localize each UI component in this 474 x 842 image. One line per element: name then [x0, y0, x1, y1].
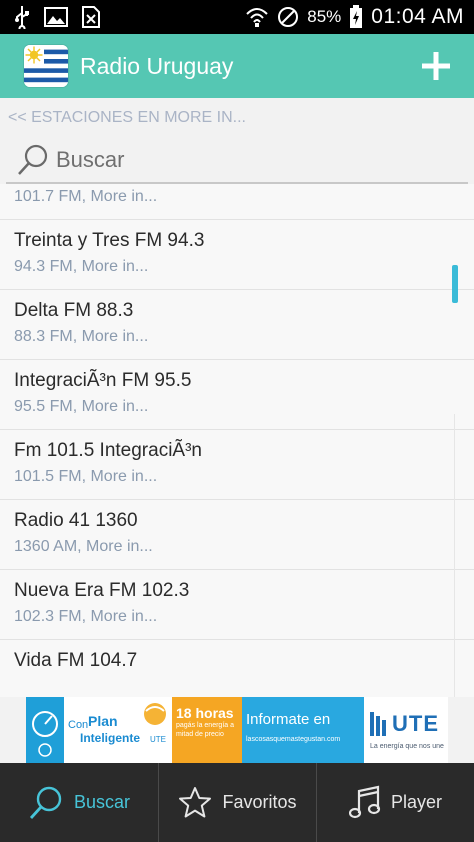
station-name: IntegraciÃ³n FM 95.5 — [14, 370, 192, 391]
do-not-disturb-icon — [277, 6, 299, 28]
station-detail: 101.5 FM, More in... — [14, 468, 158, 485]
ute-tagline: La energía que nos une — [370, 743, 444, 750]
ad-banner[interactable]: Con Plan Inteligente UTE 18 horas pagás … — [26, 697, 448, 763]
scroll-track — [454, 414, 455, 697]
station-row[interactable]: Treinta y Tres FM 94.3 94.3 FM, More in..… — [0, 220, 474, 290]
wifi-icon — [245, 6, 269, 28]
ad-plan-section: Con Plan Inteligente UTE — [64, 697, 172, 763]
station-row[interactable]: Nueva Era FM 102.3 102.3 FM, More in... — [0, 570, 474, 640]
station-row[interactable]: Delta FM 88.3 88.3 FM, More in... — [0, 290, 474, 360]
nav-favoritos[interactable]: Favoritos — [158, 763, 316, 842]
station-name: Nueva Era FM 102.3 — [14, 580, 190, 601]
station-list[interactable]: Fm Tiempo 101.7101.7 FM, More in...Trein… — [0, 184, 474, 697]
station-detail: 88.3 FM, More in... — [14, 328, 149, 345]
ad-gauge-image — [26, 697, 64, 763]
ad-hours-text: 18 horas — [176, 705, 234, 721]
station-detail: 101.7 FM, More in... — [14, 188, 158, 205]
list-scrollbar[interactable] — [452, 265, 458, 303]
station-row[interactable]: Vida FM 104.7 — [0, 640, 474, 697]
station-name: Fm 101.5 IntegraciÃ³n — [14, 440, 202, 461]
ute-logo: UTE — [370, 711, 439, 737]
status-bar: 85% 01:04 AM — [0, 0, 474, 34]
nav-player-label: Player — [390, 792, 443, 812]
ad-hours-section: 18 horas pagás la energía a mitad de pre… — [172, 697, 242, 763]
station-detail: 94.3 FM, More in... — [14, 258, 149, 275]
usb-icon — [14, 5, 30, 29]
breadcrumb[interactable]: << ESTACIONES EN MORE IN... — [0, 98, 474, 138]
uruguay-flag-icon — [24, 45, 68, 87]
search-input[interactable] — [56, 147, 436, 173]
station-name: Vida FM 104.7 — [14, 650, 138, 671]
battery-percent: 85% — [307, 7, 342, 26]
app-title: Radio Uruguay — [80, 52, 234, 79]
app-bar: Radio Uruguay — [0, 34, 474, 98]
breadcrumb-text[interactable]: << ESTACIONES EN MORE IN... — [8, 109, 246, 127]
station-row[interactable]: IntegraciÃ³n FM 95.5 95.5 FM, More in... — [0, 360, 474, 430]
ute-stripes-icon — [370, 712, 386, 736]
star-icon — [179, 786, 212, 817]
search-bar — [6, 138, 468, 184]
add-station-button[interactable] — [418, 48, 454, 84]
station-name: Treinta y Tres FM 94.3 — [14, 230, 205, 251]
ad-url-text: lascosasquemastegustan.com — [246, 736, 341, 743]
ad-informate-text: Informate en — [246, 711, 331, 728]
search-icon — [16, 143, 50, 177]
station-list-items: Fm Tiempo 101.7101.7 FM, More in...Trein… — [0, 184, 474, 697]
lightbulb-icon — [144, 703, 166, 725]
station-row[interactable]: Radio 41 1360 1360 AM, More in... — [0, 500, 474, 570]
status-icons-right: 85% 01:04 AM — [245, 0, 464, 34]
station-detail: 95.5 FM, More in... — [14, 398, 149, 415]
station-row[interactable]: Fm 101.5 IntegraciÃ³n 101.5 FM, More in..… — [0, 430, 474, 500]
status-icons-left — [0, 5, 100, 29]
ad-ute-section: UTE La energía que nos une — [364, 697, 448, 763]
nav-buscar[interactable]: Buscar — [0, 763, 158, 842]
station-detail: 102.3 FM, More in... — [14, 608, 158, 625]
nav-favoritos-label: Favoritos — [222, 792, 297, 812]
bottom-nav: Buscar Favoritos Player — [0, 763, 474, 842]
station-detail: 1360 AM, More in... — [14, 538, 153, 555]
battery-charging-icon — [349, 5, 363, 29]
ad-inteligente-text: Inteligente — [80, 731, 141, 745]
nav-player[interactable]: Player — [316, 763, 474, 842]
station-name: Radio 41 1360 — [14, 510, 138, 531]
search-icon — [29, 786, 62, 819]
ad-plan-text: Plan — [88, 713, 118, 729]
ad-informate-section: Informate en lascosasquemastegustan.com — [242, 697, 364, 763]
station-name: Delta FM 88.3 — [14, 300, 134, 321]
image-icon — [44, 7, 68, 27]
ad-ute-small-text: UTE — [150, 735, 166, 744]
ad-hours-sub: pagás la energía a mitad de precio — [176, 722, 234, 738]
clock: 01:04 AM — [371, 5, 464, 28]
station-row[interactable]: Fm Tiempo 101.7101.7 FM, More in... — [0, 184, 474, 220]
screen: 85% 01:04 AM Radio Uruguay << ESTACIONES… — [0, 0, 474, 842]
music-note-icon — [348, 785, 381, 818]
no-sim-icon — [82, 6, 100, 28]
nav-buscar-label: Buscar — [73, 792, 131, 812]
ad-con-text: Con — [68, 719, 89, 731]
plus-icon — [422, 52, 450, 80]
ute-brand-text: UTE — [392, 711, 439, 736]
